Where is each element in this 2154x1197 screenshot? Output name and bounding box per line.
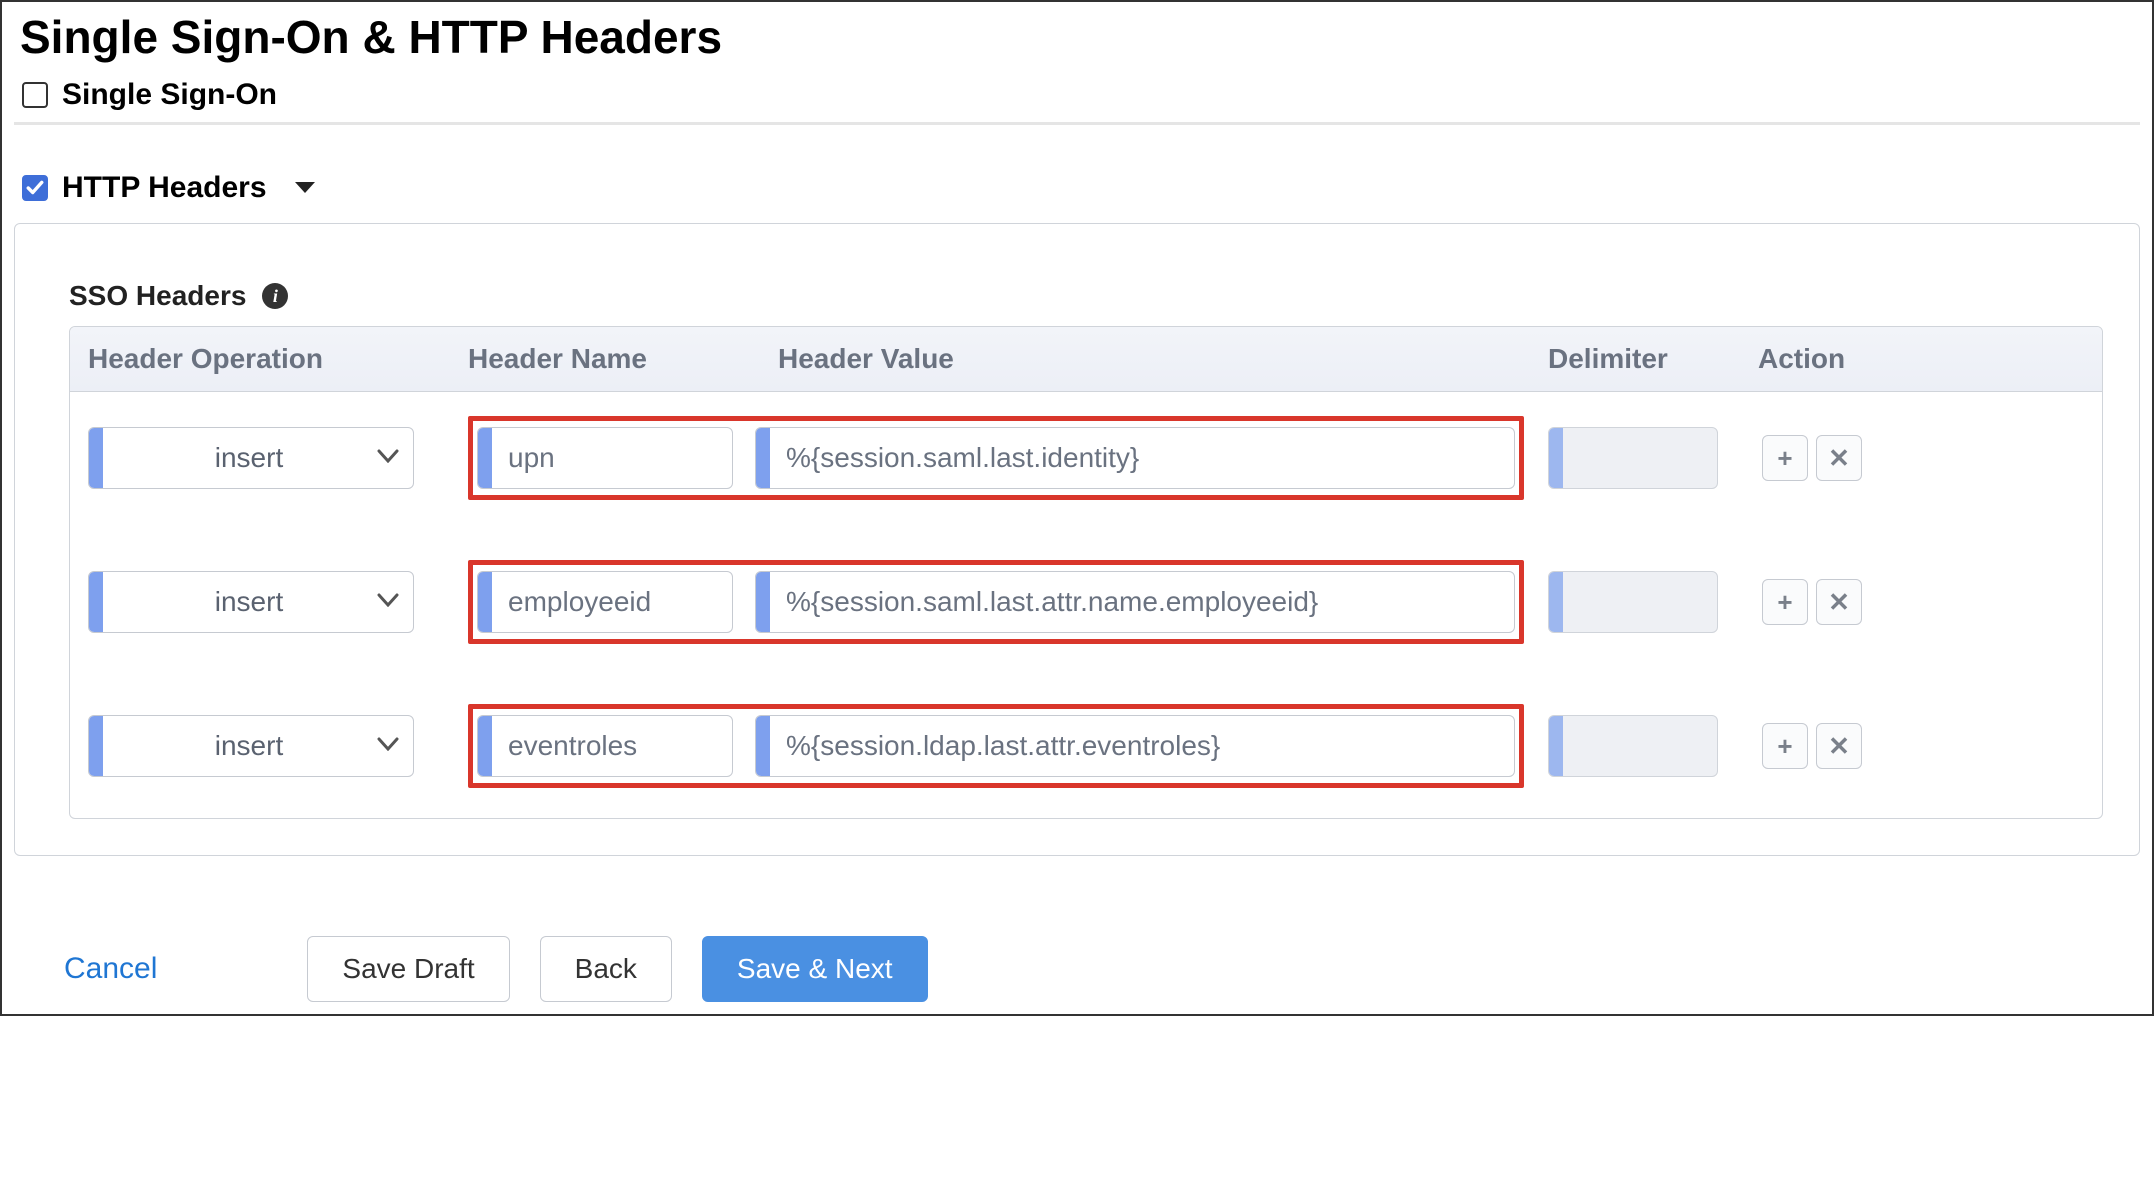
http-headers-checkbox[interactable]: [22, 175, 48, 201]
header-value-input-wrap: [755, 715, 1515, 777]
delimiter-input[interactable]: [1563, 572, 1717, 632]
plus-icon: +: [1777, 587, 1792, 618]
delimiter-input[interactable]: [1563, 716, 1717, 776]
table-header: Header Operation Header Name Header Valu…: [70, 327, 2102, 392]
sso-headers-label: SSO Headers: [69, 280, 246, 312]
caret-down-icon[interactable]: [293, 180, 317, 196]
col-header-value: Header Value: [778, 343, 1548, 375]
table-row: insert: [88, 560, 2084, 644]
col-header-operation: Header Operation: [88, 343, 468, 375]
close-icon: ✕: [1828, 587, 1850, 618]
header-value-input[interactable]: [770, 428, 1514, 488]
info-icon[interactable]: i: [262, 283, 288, 309]
header-name-input[interactable]: [492, 716, 732, 776]
http-headers-panel: SSO Headers i Header Operation Header Na…: [14, 223, 2140, 856]
header-name-input-wrap: [477, 715, 733, 777]
header-name-input-wrap: [477, 571, 733, 633]
chevron-down-icon: [377, 593, 399, 612]
chevron-down-icon: [377, 449, 399, 468]
page-title: Single Sign-On & HTTP Headers: [20, 10, 2140, 64]
chevron-down-icon: [377, 737, 399, 756]
header-operation-select[interactable]: insert: [88, 571, 414, 633]
header-name-input[interactable]: [492, 428, 732, 488]
select-value: insert: [197, 730, 283, 762]
highlighted-fields: [468, 560, 1524, 644]
highlighted-fields: [468, 704, 1524, 788]
select-value: insert: [197, 442, 283, 474]
sso-headers-table: Header Operation Header Name Header Valu…: [69, 326, 2103, 819]
header-value-input[interactable]: [770, 572, 1514, 632]
col-header-action: Action: [1758, 343, 2084, 375]
delimiter-input[interactable]: [1563, 428, 1717, 488]
remove-row-button[interactable]: ✕: [1816, 435, 1862, 481]
close-icon: ✕: [1828, 731, 1850, 762]
remove-row-button[interactable]: ✕: [1816, 579, 1862, 625]
delimiter-input-wrap: [1548, 571, 1718, 633]
highlighted-fields: [468, 416, 1524, 500]
delimiter-input-wrap: [1548, 715, 1718, 777]
save-next-button[interactable]: Save & Next: [702, 936, 928, 1002]
header-operation-select[interactable]: insert: [88, 715, 414, 777]
add-row-button[interactable]: +: [1762, 723, 1808, 769]
header-name-input-wrap: [477, 427, 733, 489]
remove-row-button[interactable]: ✕: [1816, 723, 1862, 769]
save-draft-button[interactable]: Save Draft: [307, 936, 509, 1002]
header-value-input[interactable]: [770, 716, 1514, 776]
sso-section-label: Single Sign-On: [62, 78, 277, 112]
header-operation-select[interactable]: insert: [88, 427, 414, 489]
add-row-button[interactable]: +: [1762, 579, 1808, 625]
footer-actions: Cancel Save Draft Back Save & Next: [64, 936, 2140, 1002]
plus-icon: +: [1777, 443, 1792, 474]
add-row-button[interactable]: +: [1762, 435, 1808, 481]
header-value-input-wrap: [755, 427, 1515, 489]
table-row: insert: [88, 416, 2084, 500]
header-value-input-wrap: [755, 571, 1515, 633]
header-name-input[interactable]: [492, 572, 732, 632]
select-value: insert: [197, 586, 283, 618]
cancel-link[interactable]: Cancel: [64, 952, 157, 986]
table-row: insert: [88, 704, 2084, 788]
sso-checkbox[interactable]: [22, 82, 48, 108]
close-icon: ✕: [1828, 443, 1850, 474]
divider: [14, 122, 2140, 125]
col-header-delimiter: Delimiter: [1548, 343, 1758, 375]
back-button[interactable]: Back: [540, 936, 672, 1002]
col-header-name: Header Name: [468, 343, 778, 375]
delimiter-input-wrap: [1548, 427, 1718, 489]
http-headers-section-label: HTTP Headers: [62, 171, 267, 205]
plus-icon: +: [1777, 731, 1792, 762]
